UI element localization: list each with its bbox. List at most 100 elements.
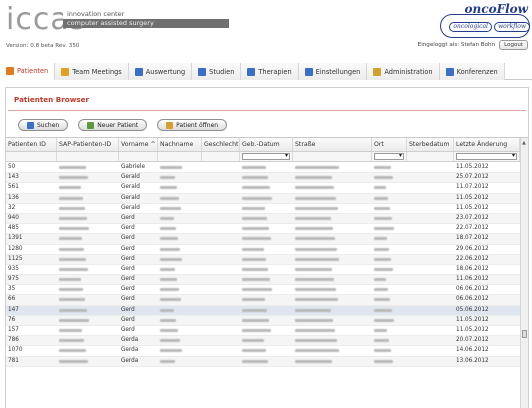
tab-patienten[interactable]: Patienten [0,63,56,80]
table-row[interactable]: 1280 Gerd 29.06.2012 [6,245,520,255]
tab-administration[interactable]: Administration [367,63,440,80]
column-header[interactable]: Vorname ^ [119,138,158,151]
cell-last-modified: 20.07.2012 [456,337,489,344]
redacted-text [160,329,178,332]
table-row[interactable]: 157 Gerd 11.05.2012 [6,326,520,337]
filter-dropdown[interactable] [374,152,404,160]
cell-redacted [158,214,202,223]
tab-auswertung[interactable]: Auswertung [128,63,193,80]
table-row[interactable]: 66 Gerd 06.06.2012 [6,295,520,306]
table-row[interactable]: 786 Gerda 20.07.2012 [6,336,520,347]
column-header[interactable]: Patienten ID [6,138,57,151]
redacted-text [374,288,388,292]
cell-redacted [293,234,372,243]
table-row[interactable]: 35 Gerd 06.06.2012 [6,285,520,296]
scroll-thumb[interactable] [522,330,527,338]
redacted-text [242,318,269,322]
cell-redacted [57,357,119,366]
redacted-text [242,257,266,261]
cell-last-modified: 11.05.2012 [456,194,489,201]
cell-last-modified: 11.07.2012 [456,184,489,191]
cell-patient-id: 1391 [8,235,23,242]
column-header[interactable]: Geb.-Datum [240,138,293,151]
cell-redacted [240,346,293,355]
new-patient-label: Neuer Patient [97,121,139,129]
cell-empty [202,316,240,325]
redacted-text [374,359,393,363]
cell-patient-id: 157 [8,327,19,333]
table-row[interactable]: 76 Gerd 11.05.2012 [6,315,520,326]
redacted-text [160,339,180,343]
table-row[interactable]: 143 Gerald 25.07.2012 [6,173,520,184]
cell-redacted [158,245,202,254]
action-buttons: Suchen Neuer Patient Patient öffnen [18,119,228,131]
redacted-text [295,329,335,332]
tab-einstellungen[interactable]: Einstellungen [298,63,368,80]
redacted-text [59,298,85,302]
cell-redacted [158,346,202,355]
table-row[interactable]: 147 Gerd 05.06.2012 [6,305,520,316]
redacted-text [160,308,174,312]
table-row[interactable]: 940 Gerd 23.07.2012 [6,213,520,225]
table-row[interactable]: 32 Gerald 11.05.2012 [6,204,520,214]
tab-team-meetings[interactable]: Team Meetings [55,63,129,80]
cell-redacted [293,306,372,315]
cell-last-modified: 11.05.2012 [456,164,489,170]
new-patient-button[interactable]: Neuer Patient [78,119,148,131]
redacted-text [59,257,86,261]
table-row[interactable]: 935 Gerd 18.06.2012 [6,265,520,276]
table-row[interactable]: 781 Gerda 13.06.2012 [6,356,520,367]
redacted-text [295,206,338,210]
cell-first-name: Gerd [121,276,135,283]
table-row[interactable]: 1125 Gerd 22.06.2012 [6,254,520,265]
column-header[interactable]: Nachname [158,138,202,151]
redacted-text [242,298,265,302]
cell-redacted [158,173,202,182]
cell-empty [407,316,454,325]
filter-dropdown[interactable] [242,152,290,160]
cell-redacted [293,357,372,366]
column-header[interactable]: Geschlecht [202,138,240,151]
cell-empty [407,234,454,243]
search-button[interactable]: Suchen [18,119,69,131]
cell-empty [407,336,454,345]
cell-empty [407,285,454,294]
cell-redacted [372,173,407,182]
open-patient-label: Patient öffnen [176,121,219,129]
table-row[interactable]: 975 Gerd 11.06.2012 [6,275,520,286]
cell-last-modified: 11.05.2012 [456,204,489,211]
cell-redacted [372,326,407,335]
tab-konferenzen[interactable]: Konferenzen [439,63,505,80]
grid-scrollbar[interactable]: ▲ [520,138,528,408]
table-row[interactable]: 485 Gerd 22.07.2012 [6,224,520,235]
redacted-text [295,308,331,312]
column-header[interactable]: Sterbedatum [407,138,454,151]
table-row[interactable]: 1070 Gerda 14.06.2012 [6,346,520,357]
cell-patient-id: 32 [8,204,16,211]
table-row[interactable]: 1391 Gerd 18.07.2012 [6,234,520,245]
cell-redacted [240,224,293,233]
cell-redacted [293,194,372,203]
scroll-up-icon[interactable]: ▲ [522,140,526,146]
tab-studien[interactable]: Studien [192,63,242,80]
column-header[interactable]: SAP-Patienten-ID [57,138,119,151]
column-header[interactable]: Straße [293,138,372,151]
column-filter-cell [57,152,119,161]
cell-redacted [158,357,202,366]
filter-dropdown[interactable] [456,152,517,160]
cell-first-name: Gerd [121,245,135,252]
grid-header: Patienten ID SAP-Patienten-ID Vorname ^ Nac… [6,138,520,152]
table-row[interactable]: 136 Gerald 11.05.2012 [6,193,520,204]
column-header[interactable]: Letzte Änderung [454,138,520,151]
logout-button[interactable]: Logout [499,40,528,50]
cell-redacted [158,163,202,172]
table-row[interactable]: 50 Gabriele 11.05.2012 [6,163,520,174]
cell-redacted [293,173,372,182]
cell-last-modified: 29.06.2012 [456,245,489,252]
redacted-text [374,227,394,231]
cell-redacted [372,306,407,315]
open-patient-button[interactable]: Patient öffnen [157,119,228,131]
tab-therapien[interactable]: Therapien [241,63,299,80]
column-header[interactable]: Ort [372,138,407,151]
table-row[interactable]: 561 Gerald 11.07.2012 [6,183,520,194]
